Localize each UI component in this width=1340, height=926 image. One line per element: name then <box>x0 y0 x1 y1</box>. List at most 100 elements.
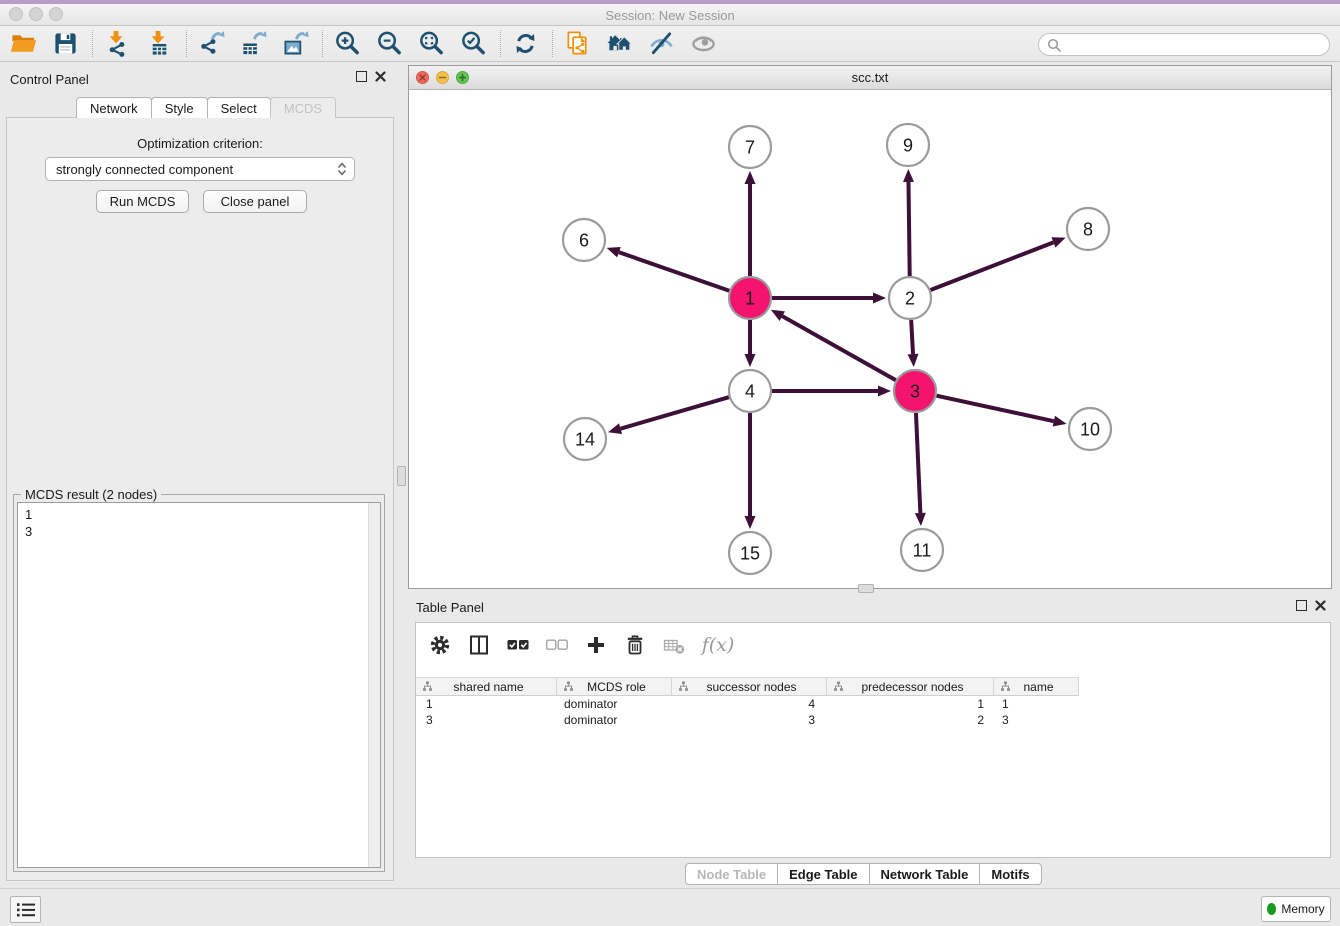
graph-edge-1-6[interactable] <box>619 252 729 291</box>
run-mcds-button[interactable]: Run MCDS <box>96 190 189 213</box>
network-window-title: scc.txt <box>409 70 1331 85</box>
column-header-shared-name[interactable]: shared name <box>416 678 557 695</box>
graph-edge-arrowhead <box>745 354 756 367</box>
zoom-in-icon <box>334 30 361 57</box>
column-header-label: MCDS role <box>574 680 671 694</box>
new-network-from-selection-button[interactable] <box>562 29 592 59</box>
create-new-column-icon <box>585 634 607 656</box>
graph-edge-arrowhead <box>873 293 886 304</box>
import-table-from-file-button[interactable] <box>144 29 174 59</box>
table-cell[interactable]: 1 <box>827 697 994 713</box>
tab-network-table[interactable]: Network Table <box>869 863 981 885</box>
select-all-columns-button[interactable] <box>506 633 530 657</box>
graph-edge-2-8[interactable] <box>931 242 1054 290</box>
search-field[interactable] <box>1038 33 1330 56</box>
delete-columns-button[interactable] <box>623 633 647 657</box>
column-header-predecessor-nodes[interactable]: predecessor nodes <box>827 678 994 695</box>
mcds-result-text[interactable]: 13 <box>17 502 381 868</box>
zoom-in-button[interactable] <box>332 29 362 59</box>
table-cell[interactable]: 2 <box>827 713 994 729</box>
import-network-from-file-button[interactable] <box>102 29 132 59</box>
show-hide-columns-icon <box>468 634 490 656</box>
import-network-from-file-icon <box>104 30 131 57</box>
vertical-splitter-grip[interactable] <box>397 466 406 486</box>
unselect-all-columns-button[interactable] <box>545 633 569 657</box>
table-mode-settings-button[interactable] <box>428 633 452 657</box>
horizontal-splitter-grip[interactable] <box>858 584 874 593</box>
tab-motifs[interactable]: Motifs <box>979 863 1041 885</box>
column-header-MCDS-role[interactable]: MCDS role <box>557 678 672 695</box>
tab-network[interactable]: Network <box>76 97 152 118</box>
show-graphics-details-icon <box>648 30 675 57</box>
apply-preferred-layout-button[interactable] <box>510 29 540 59</box>
toolbar-separator <box>92 30 93 57</box>
table-cell[interactable]: 3 <box>416 713 557 729</box>
graph-edge-2-9[interactable] <box>908 182 909 276</box>
network-canvas[interactable]: 1234678910111415 <box>409 90 1331 587</box>
graph-edge-4-14[interactable] <box>621 397 729 429</box>
zoom-selected-button[interactable] <box>458 29 488 59</box>
graph-edge-3-1[interactable] <box>782 316 896 380</box>
table-cell[interactable]: dominator <box>557 697 672 713</box>
save-session-button[interactable] <box>50 29 80 59</box>
table-cell[interactable]: 4 <box>672 697 827 713</box>
node-table-panel: f(x) shared nameMCDS rolesuccessor nodes… <box>415 622 1331 858</box>
open-session-icon <box>10 30 37 57</box>
show-hide-columns-button[interactable] <box>467 633 491 657</box>
tab-select[interactable]: Select <box>207 97 271 118</box>
graph-edge-arrowhead <box>878 386 891 397</box>
open-session-button[interactable] <box>8 29 38 59</box>
column-type-icon <box>1000 681 1011 692</box>
mcds-result-line: 1 <box>25 506 373 523</box>
tab-style[interactable]: Style <box>151 97 208 118</box>
table-cell[interactable]: 1 <box>994 697 1079 713</box>
graph-node-label: 4 <box>745 381 755 401</box>
mcds-result-group: MCDS result (2 nodes) 13 <box>13 494 385 872</box>
table-cell[interactable]: 3 <box>994 713 1079 729</box>
tab-edge-table[interactable]: Edge Table <box>777 863 869 885</box>
table-cell[interactable]: 3 <box>672 713 827 729</box>
task-history-button[interactable] <box>10 896 41 923</box>
column-header-name[interactable]: name <box>994 678 1079 695</box>
float-table-panel-icon[interactable] <box>1296 600 1307 611</box>
column-header-successor-nodes[interactable]: successor nodes <box>672 678 827 695</box>
graph-node-label: 14 <box>575 429 595 449</box>
graph-node-label: 15 <box>740 543 760 563</box>
close-panel-button[interactable]: Close panel <box>203 190 307 213</box>
table-cell[interactable]: dominator <box>557 713 672 729</box>
graph-edge-3-10[interactable] <box>936 396 1053 421</box>
show-graphics-details-button[interactable] <box>646 29 676 59</box>
result-scrollbar[interactable] <box>368 503 380 867</box>
graph-edge-2-3[interactable] <box>911 320 913 354</box>
toolbar-separator <box>322 30 323 57</box>
close-table-panel-icon[interactable] <box>1315 600 1326 611</box>
float-panel-icon[interactable] <box>356 71 367 82</box>
export-image-button[interactable] <box>280 29 310 59</box>
create-new-column-button[interactable] <box>584 633 608 657</box>
zoom-fit-content-button[interactable] <box>416 29 446 59</box>
close-panel-icon[interactable] <box>375 71 386 82</box>
toolbar-separator <box>500 30 501 57</box>
column-type-icon <box>833 681 844 692</box>
graph-edge-arrowhead <box>745 516 756 529</box>
export-table-button[interactable] <box>238 29 268 59</box>
table-cell[interactable]: 1 <box>416 697 557 713</box>
memory-button[interactable]: Memory <box>1261 896 1331 922</box>
delete-table-icon <box>663 634 685 656</box>
optimization-criterion-select[interactable]: strongly connected component <box>45 157 355 181</box>
table-panel-title: Table Panel <box>416 600 484 615</box>
network-window-titlebar[interactable]: scc.txt <box>409 66 1331 90</box>
table-row[interactable]: 1dominator411 <box>416 697 1330 713</box>
tab-node-table[interactable]: Node Table <box>685 863 778 885</box>
save-session-icon <box>52 30 79 57</box>
graph-edge-arrowhead <box>745 171 756 184</box>
toolbar-separator <box>186 30 187 57</box>
table-row[interactable]: 3dominator323 <box>416 713 1330 729</box>
zoom-out-button[interactable] <box>374 29 404 59</box>
tab-mcds[interactable]: MCDS <box>270 97 336 118</box>
toggle-birdseye-view-button[interactable] <box>688 29 718 59</box>
show-all-networks-button[interactable] <box>604 29 634 59</box>
export-network-button[interactable] <box>196 29 226 59</box>
graph-edge-3-11[interactable] <box>916 413 920 513</box>
search-input[interactable] <box>1066 37 1321 52</box>
